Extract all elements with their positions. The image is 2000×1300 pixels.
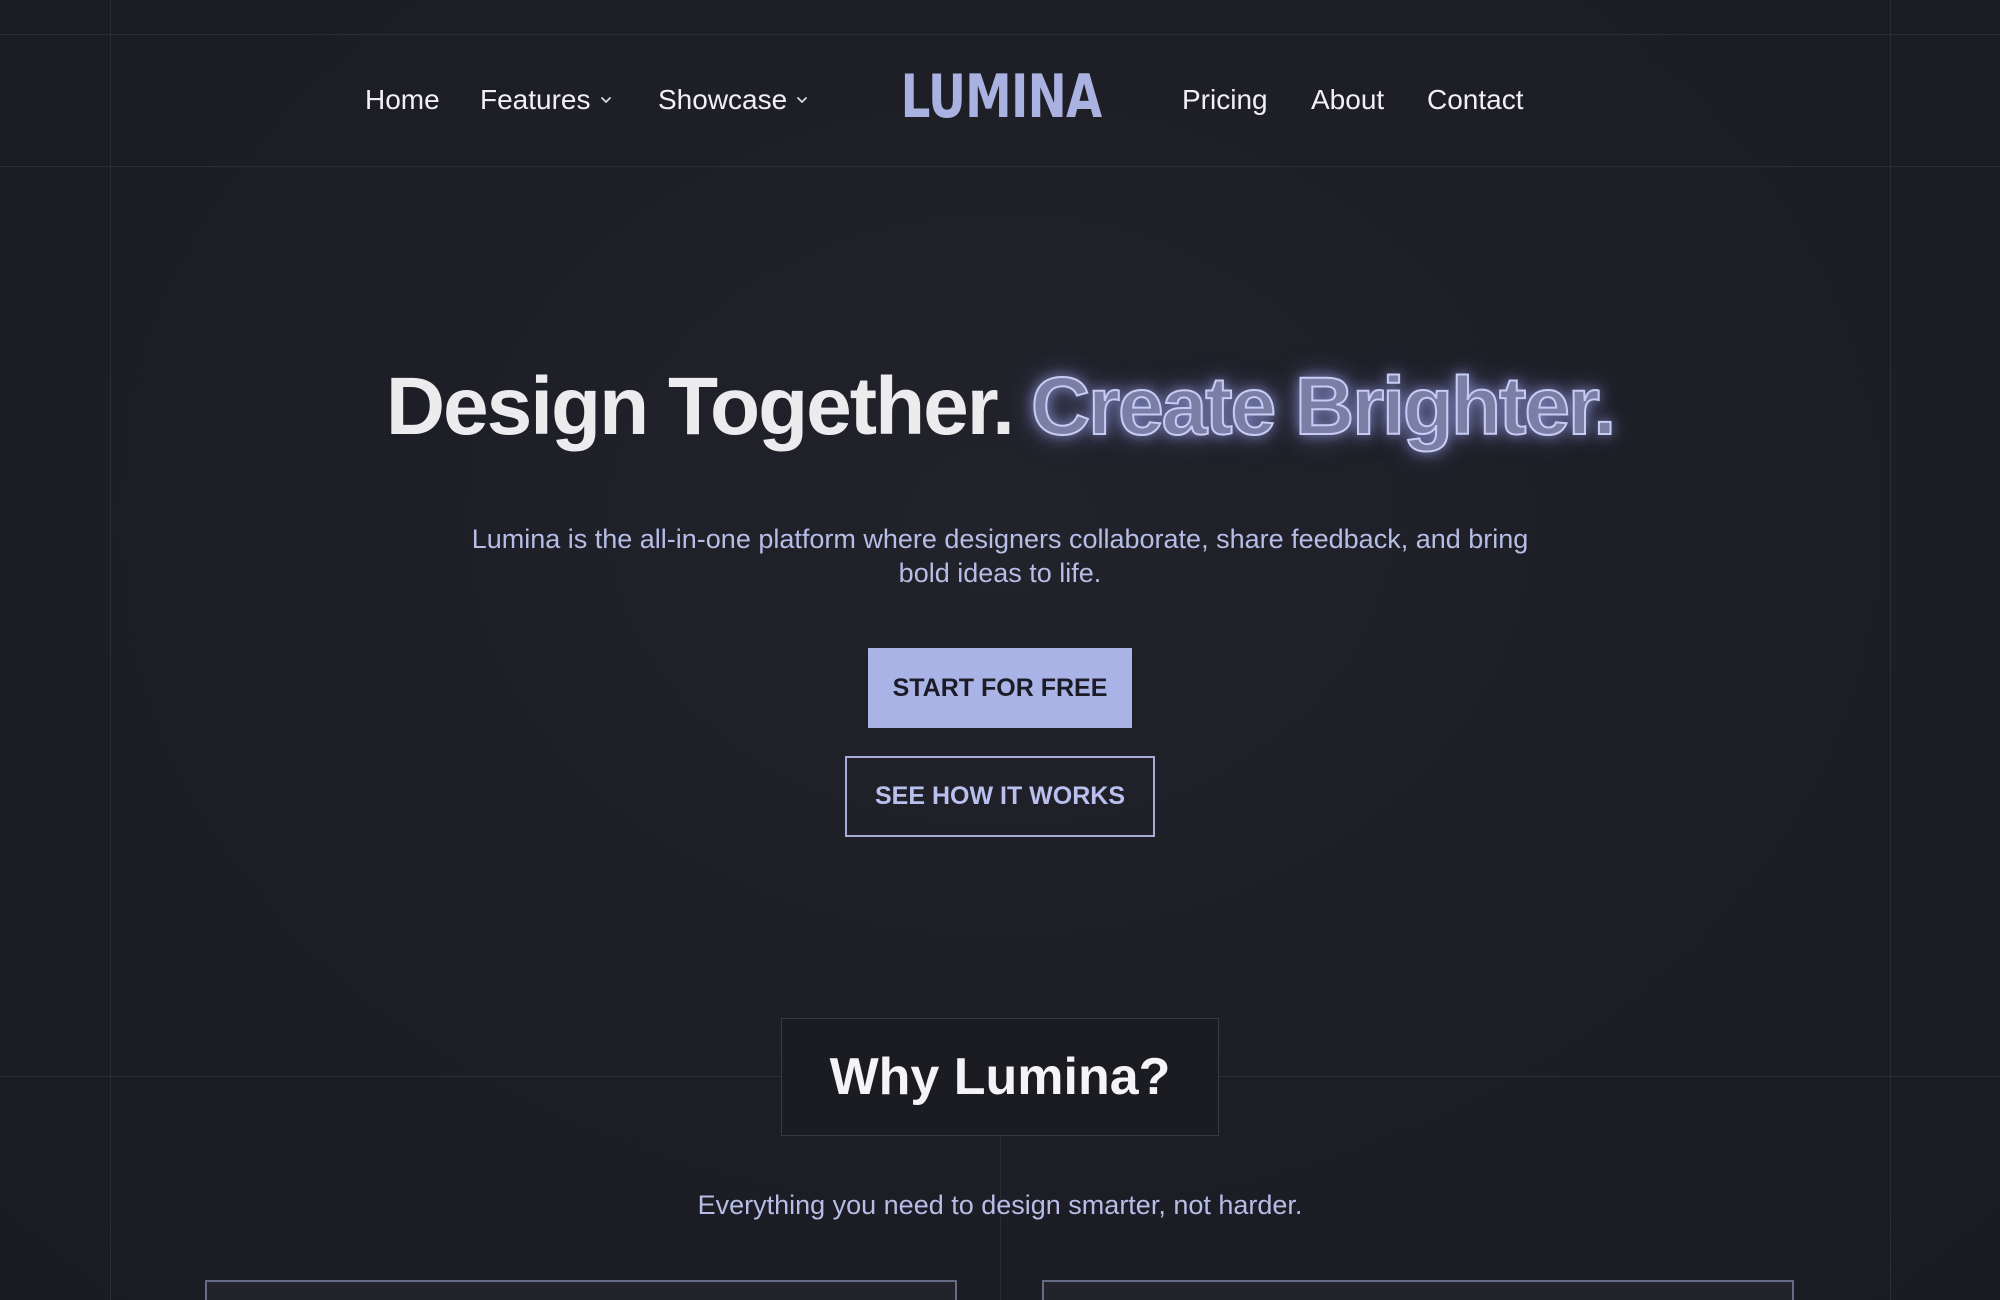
nav-contact-label: Contact <box>1427 84 1524 115</box>
why-section-title: Why Lumina? <box>781 1018 1219 1136</box>
nav-showcase[interactable]: Showcase <box>658 84 809 116</box>
chevron-down-icon <box>797 97 808 103</box>
grid-line <box>0 166 2000 167</box>
start-for-free-button[interactable]: START FOR FREE <box>868 648 1132 728</box>
logo[interactable]: LUMINA <box>901 62 1103 132</box>
nav-showcase-label: Showcase <box>658 84 788 115</box>
grid-line <box>1890 0 1891 1300</box>
see-how-it-works-button[interactable]: SEE HOW IT WORKS <box>845 756 1155 837</box>
hero-subtitle: Lumina is the all-in-one platform where … <box>471 524 1529 588</box>
nav-pricing-label: Pricing <box>1182 84 1268 115</box>
nav-home-label: Home <box>365 84 440 115</box>
hero-title-solid: Design Together. <box>385 361 1015 452</box>
chevron-down-icon <box>600 97 611 103</box>
nav-contact[interactable]: Contact <box>1427 84 1524 116</box>
nav-about-label: About <box>1311 84 1385 115</box>
top-nav: Home Features Showcase LUMINA Pricing Ab… <box>0 34 2000 166</box>
hero-title: Design Together. Create Brighter. <box>0 360 2000 454</box>
landing-page: Home Features Showcase LUMINA Pricing Ab… <box>0 0 2000 1300</box>
nav-about[interactable]: About <box>1311 84 1384 116</box>
nav-features-label: Features <box>480 84 591 115</box>
why-section-subtitle: Everything you need to design smarter, n… <box>697 1190 1303 1220</box>
nav-home[interactable]: Home <box>365 84 440 116</box>
nav-features[interactable]: Features <box>480 84 613 116</box>
grid-line <box>110 0 111 1300</box>
feature-card <box>205 1280 957 1300</box>
feature-card <box>1042 1280 1794 1300</box>
hero-title-outline: Create Brighter. <box>1030 360 1617 453</box>
nav-pricing[interactable]: Pricing <box>1182 84 1268 116</box>
